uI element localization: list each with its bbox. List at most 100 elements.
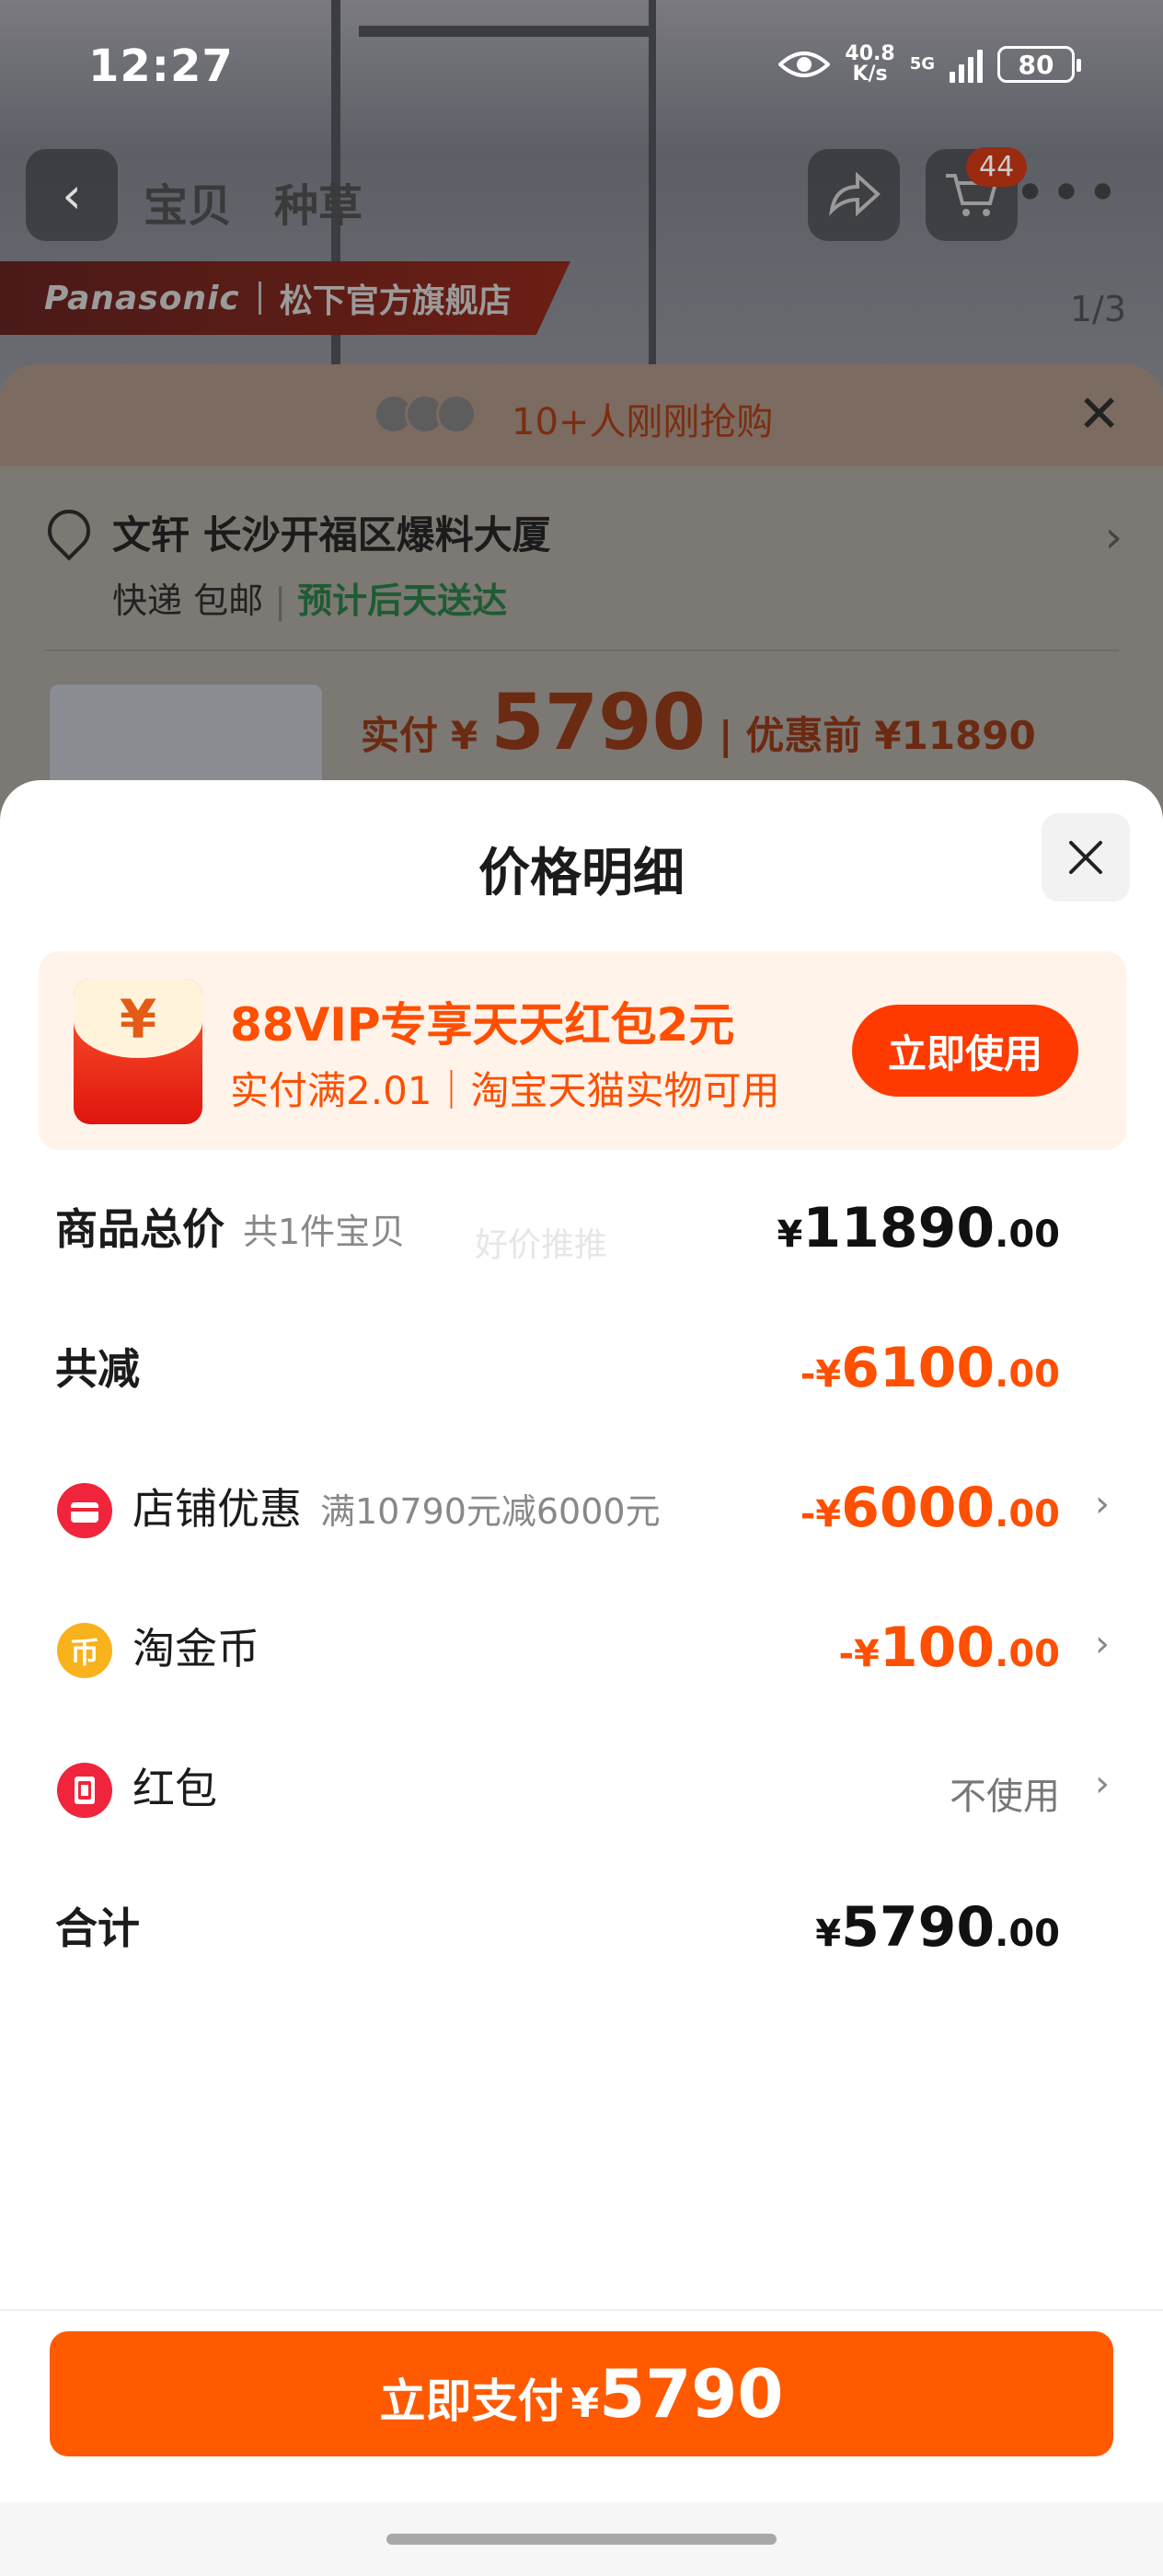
total-value: ¥ 11890 .00: [777, 1196, 1060, 1260]
status-icons: 40.8 K/s 5G 80: [778, 44, 1081, 85]
price-label: 实付: [361, 713, 439, 758]
red-packet-value: 不使用: [950, 1776, 1060, 1818]
sku-price: 实付 ¥ 5790 | 优惠前 ¥11890: [361, 677, 1036, 767]
row-taojinbi[interactable]: 币 淘金币 -¥ 100 .00 ›: [0, 1597, 1163, 1689]
close-icon: [1069, 841, 1102, 874]
pay-label: 立即支付: [379, 2375, 564, 2428]
store-banner[interactable]: Panasonic 松下官方旗舰店: [0, 261, 570, 335]
promo-subtitle: 实付满2.01｜淘宝天猫实物可用: [230, 1068, 780, 1113]
net-speed: 40.8 K/s: [845, 44, 894, 85]
store-discount-label: 店铺优惠: [132, 1484, 302, 1534]
currency: ¥: [777, 1213, 803, 1256]
store-icon: [57, 1483, 112, 1538]
buyer-avatars: [374, 394, 477, 434]
amount-dec: .00: [995, 1493, 1060, 1535]
red-packet-label: 红包: [132, 1764, 217, 1813]
amount-int: 6100: [841, 1336, 996, 1400]
share-icon: [829, 172, 881, 217]
price-currency: ¥: [451, 713, 478, 758]
tab-item[interactable]: 宝贝: [144, 169, 232, 234]
currency: -¥: [800, 1353, 842, 1396]
red-envelope-icon: ¥: [74, 979, 202, 1124]
amount-int: 11890: [802, 1196, 996, 1260]
network-type: 5G: [909, 54, 935, 74]
currency: -¥: [800, 1493, 842, 1535]
sum-label: 合计: [55, 1903, 140, 1953]
red-packet-icon: [57, 1763, 112, 1818]
top-nav: ‹ 宝贝 种草 44 •••: [0, 129, 1163, 258]
chevron-right-icon[interactable]: ›: [1105, 512, 1123, 563]
back-button[interactable]: ‹: [26, 149, 118, 241]
row-sum: 合计 ¥ 5790 .00: [0, 1877, 1163, 1969]
brand-logo: Panasonic: [44, 279, 240, 317]
more-icon[interactable]: •••: [1014, 166, 1123, 221]
buyers-banner: 10+人刚刚抢购 ✕: [0, 364, 1163, 466]
delivery-estimate: 预计后天送达: [297, 581, 508, 621]
divider: [258, 282, 261, 315]
home-indicator[interactable]: [386, 2534, 777, 2545]
row-store-discount[interactable]: 店铺优惠 满10790元减6000元 -¥ 6000 .00 ›: [0, 1457, 1163, 1549]
chevron-right-icon: ›: [1095, 1623, 1110, 1665]
battery-icon: 80: [997, 46, 1081, 83]
vip-redpacket-promo: ¥ 88VIP专享天天红包2元 实付满2.01｜淘宝天猫实物可用 立即使用: [39, 951, 1126, 1150]
pay-now-button[interactable]: 立即支付 ¥ 5790: [50, 2331, 1113, 2456]
discount-label: 共减: [55, 1344, 140, 1394]
amount-dec: .00: [995, 1913, 1060, 1955]
coin-label: 淘金币: [132, 1624, 259, 1673]
tab-recommend[interactable]: 种草: [274, 169, 363, 234]
buyers-text: 10+人刚刚抢购: [512, 401, 774, 443]
sum-value: ¥ 5790 .00: [815, 1895, 1060, 1960]
close-button[interactable]: [1042, 813, 1130, 902]
amount-int: 100: [879, 1616, 996, 1680]
row-label: 店铺优惠 满10790元减6000元: [132, 1476, 661, 1536]
original-label: 优惠前: [745, 713, 862, 758]
discount-value: -¥ 6100 .00: [800, 1336, 1060, 1400]
row-red-packet[interactable]: 红包 不使用 ›: [0, 1737, 1163, 1829]
store-name: 松下官方旗舰店: [279, 282, 512, 320]
chevron-right-icon: ›: [1095, 1763, 1110, 1805]
amount-dec: .00: [995, 1213, 1060, 1256]
shipping-info: 快递 包邮 | 预计后天送达: [112, 581, 508, 621]
coin-icon: 币: [57, 1623, 112, 1678]
promo-title: 88VIP专享天天红包2元: [230, 998, 735, 1052]
divider: [44, 650, 1119, 651]
net-speed-unit: K/s: [852, 63, 888, 86]
signal-icon: [950, 46, 983, 83]
battery-level: 80: [1018, 49, 1054, 80]
amount-int: 5790: [841, 1895, 996, 1960]
eye-icon: [778, 52, 831, 77]
price-detail-sheet: 价格明细 ¥ 88VIP专享天天红包2元 实付满2.01｜淘宝天猫实物可用 立即…: [0, 780, 1163, 2576]
pay-currency: ¥: [570, 2380, 600, 2427]
coin-value: -¥ 100 .00: [838, 1616, 1060, 1680]
amount-dec: .00: [995, 1633, 1060, 1675]
store-discount-hint: 满10790元减6000元: [320, 1491, 661, 1532]
chevron-left-icon: ‹: [62, 166, 82, 224]
price-value: 5790: [490, 677, 707, 767]
image-page-indicator: 1/3: [1069, 289, 1126, 329]
row-discount: 共减 -¥ 6100 .00: [0, 1317, 1163, 1409]
amount-int: 6000: [841, 1476, 996, 1540]
original-price: ¥11890: [874, 713, 1036, 758]
total-hint: 共1件宝贝: [243, 1212, 406, 1252]
sku-sheet: 10+人刚刚抢购 ✕ 文轩 长沙开福区爆料大厦 快递 包邮 | 预计后天送达 ›…: [0, 364, 1163, 843]
status-time: 12:27: [88, 40, 234, 92]
total-label: 商品总价: [55, 1204, 225, 1254]
pay-amount: 5790: [599, 2355, 784, 2432]
use-now-button[interactable]: 立即使用: [852, 1005, 1078, 1097]
location-icon: [39, 500, 99, 561]
sheet-title: 价格明细: [478, 844, 685, 903]
delivery-address[interactable]: 文轩 长沙开福区爆料大厦: [112, 504, 551, 560]
amount-dec: .00: [995, 1353, 1060, 1396]
shipping-method: 快递 包邮: [112, 581, 264, 621]
close-icon[interactable]: ✕: [1077, 385, 1121, 444]
currency: -¥: [838, 1633, 880, 1675]
envelope-symbol: ¥: [119, 988, 157, 1051]
share-button[interactable]: [808, 149, 900, 241]
store-discount-value: -¥ 6000 .00: [800, 1476, 1060, 1540]
watermark-text: 好价推推: [475, 1226, 608, 1264]
divider: |: [719, 713, 733, 758]
currency: ¥: [815, 1913, 842, 1955]
status-bar: 12:27 40.8 K/s 5G 80: [0, 0, 1163, 129]
row-label: 商品总价 共1件宝贝: [55, 1196, 405, 1257]
net-speed-value: 40.8: [845, 42, 895, 65]
